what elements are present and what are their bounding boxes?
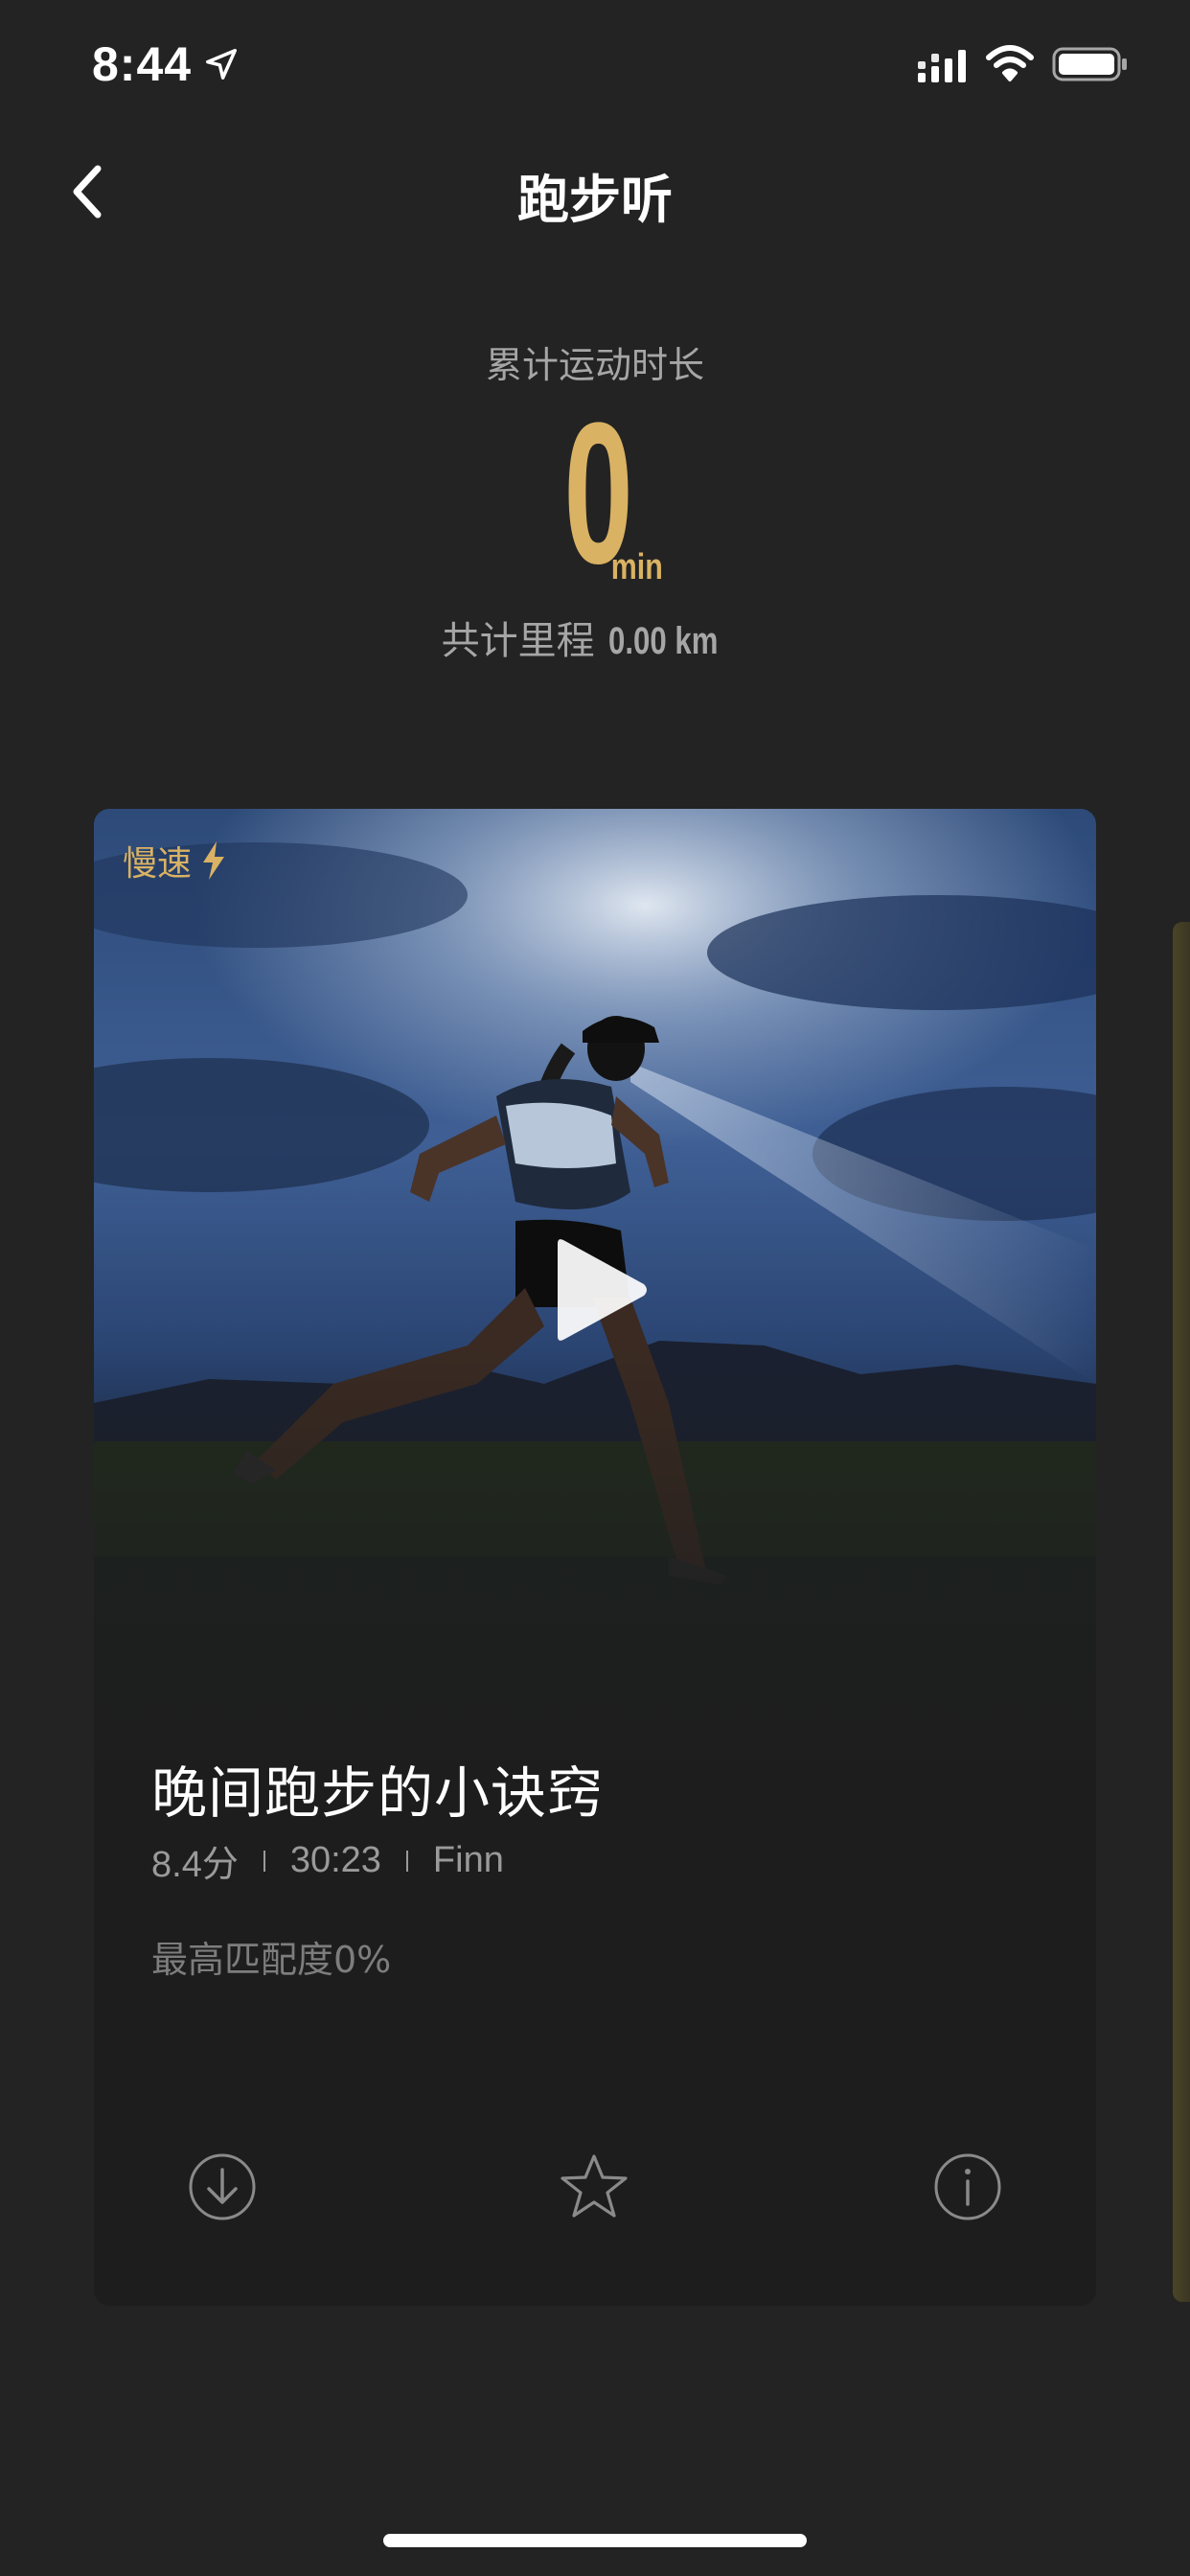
card-title: 晚间跑步的小诀窍	[151, 1760, 605, 1826]
speed-tag-label: 慢速	[123, 844, 193, 884]
nav-bar: 跑步听	[0, 144, 1190, 240]
image-fade	[94, 1346, 1096, 1786]
card-actions	[94, 2150, 1096, 2237]
distance-display: 共计里程 0.00 km	[0, 610, 1190, 665]
wifi-icon	[986, 45, 1034, 81]
status-time: 8:44	[92, 37, 193, 91]
info-icon[interactable]	[931, 2150, 1004, 2223]
duration-display: 0 min	[0, 393, 1190, 594]
meta-divider	[405, 1850, 408, 1872]
status-bar: 8:44	[0, 0, 1190, 126]
cellular-signal-icon	[918, 50, 966, 82]
speed-tag: 慢速	[123, 836, 226, 886]
home-indicator[interactable]	[383, 2534, 807, 2547]
location-arrow-icon	[206, 49, 237, 80]
next-card-peek[interactable]	[1173, 922, 1190, 2302]
distance-value: 0.00 km	[607, 620, 719, 662]
download-icon[interactable]	[186, 2150, 259, 2223]
audio-card[interactable]: 慢速 晚间跑步的小诀窍 8.4分 30:23 Finn 最高匹配度0%	[94, 809, 1096, 2306]
author-text: Finn	[432, 1840, 504, 1880]
match-text: 最高匹配度0%	[151, 1939, 392, 1981]
star-icon[interactable]	[558, 2150, 630, 2223]
duration-unit: min	[610, 547, 663, 587]
page-title: 跑步听	[517, 170, 673, 230]
lightning-icon	[203, 841, 225, 880]
card-meta: 8.4分 30:23 Finn	[151, 1834, 504, 1887]
battery-icon	[1052, 47, 1127, 81]
duration-text: 30:23	[289, 1840, 381, 1880]
score-text: 8.4分	[151, 1845, 239, 1885]
meta-divider	[263, 1850, 265, 1872]
distance-label: 共计里程	[441, 619, 595, 663]
running-listen-screen: 8:44 跑步听 累计运动时长 0 min 共计里程 0.00 km 慢速 晚间…	[0, 0, 1190, 2576]
play-button[interactable]	[548, 1232, 653, 1347]
